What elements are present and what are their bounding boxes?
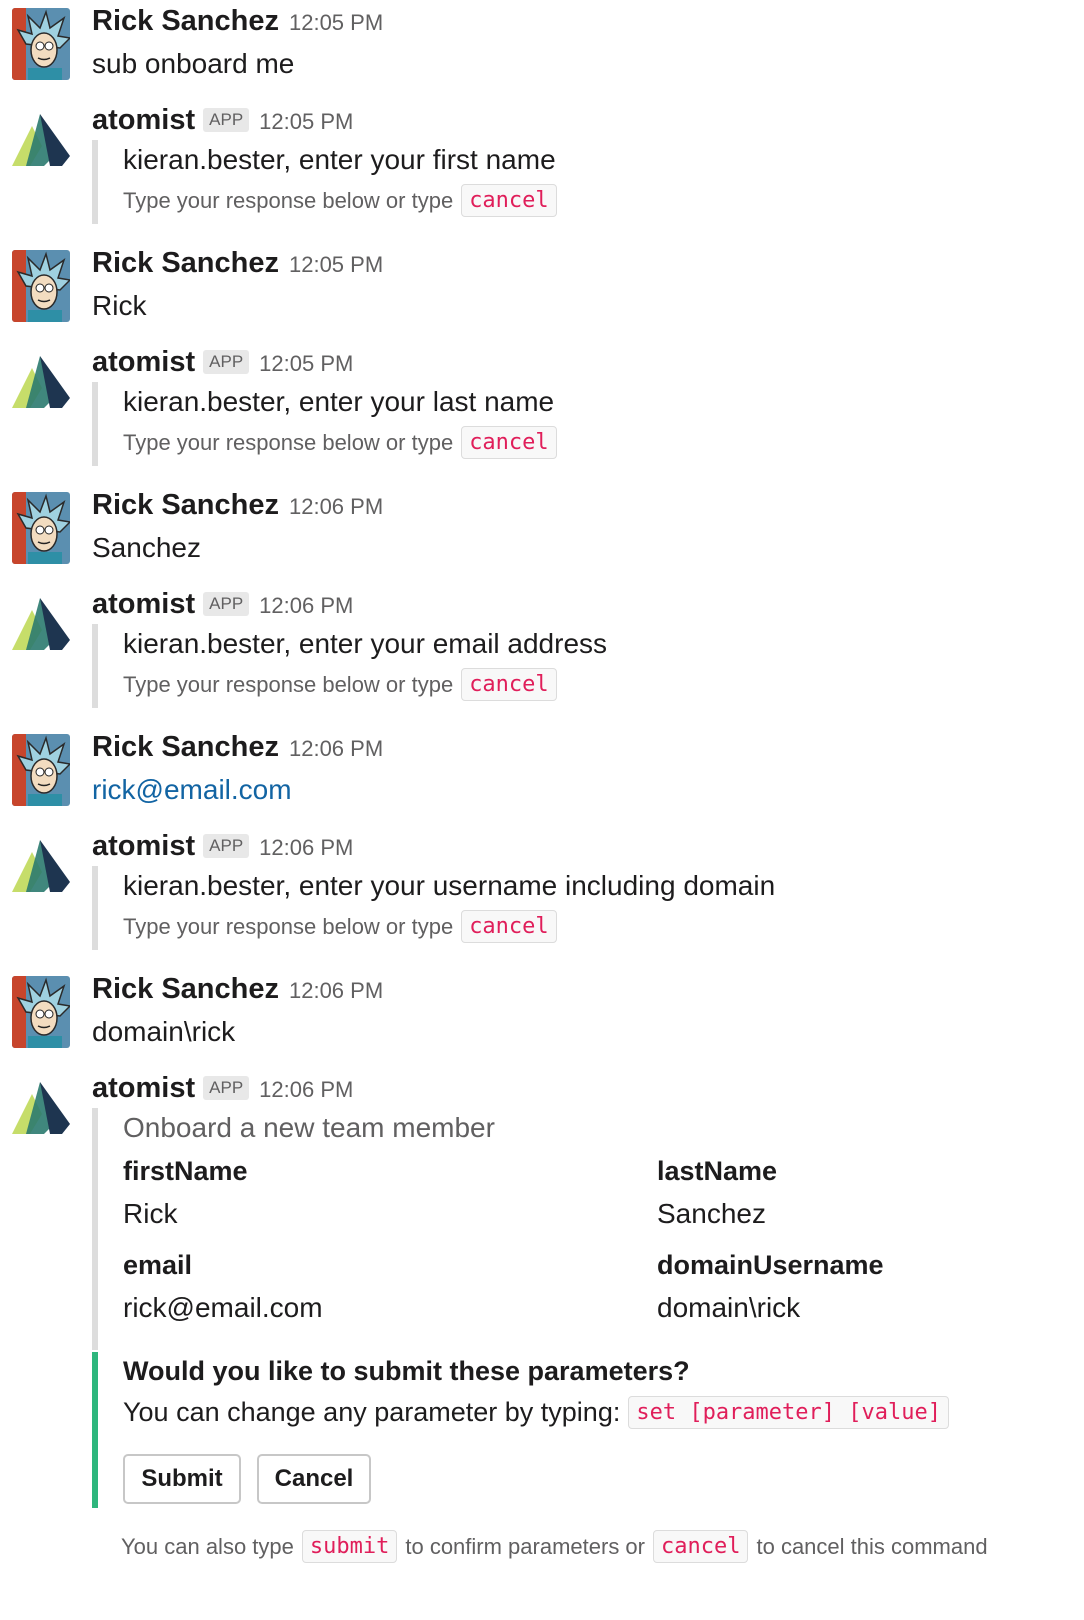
atomist-logo-icon[interactable]: [10, 106, 72, 168]
attachment: kieran.bester, enter your first name Typ…: [92, 140, 557, 224]
message-text: domain\rick: [92, 1016, 236, 1047]
atomist-logo-shape: [12, 1082, 70, 1134]
footer-note: You can also type submit to confirm para…: [121, 1530, 988, 1563]
footer-text-2: to confirm parameters or: [405, 1533, 645, 1559]
atomist-logo-shape: [12, 114, 70, 166]
atomist-logo-icon[interactable]: [10, 1074, 72, 1136]
prompt-text: kieran.bester, enter your email address: [123, 628, 608, 659]
footer-text-1: You can also type: [121, 1533, 294, 1559]
hint-line: Type your response below or type cancel: [123, 910, 775, 943]
email-link[interactable]: rick@email.com: [92, 774, 292, 806]
rick-avatar[interactable]: [12, 8, 70, 80]
rick-avatar[interactable]: [12, 734, 70, 806]
summary-attachment: Onboard a new team member firstName Rick…: [92, 1108, 1053, 1350]
footer-text-3: to cancel this command: [756, 1533, 988, 1559]
submit-code: submit: [301, 1530, 398, 1563]
summary-title: Onboard a new team member: [123, 1112, 495, 1143]
timestamp[interactable]: 12:06 PM: [259, 835, 353, 861]
message-text: Sanchez: [92, 532, 201, 563]
attachment: kieran.bester, enter your username inclu…: [92, 866, 775, 950]
rick-avatar-image: [12, 8, 70, 80]
attachment: kieran.bester, enter your last name Type…: [92, 382, 557, 466]
hint-line: Type your response below or type cancel: [123, 426, 557, 459]
hint-text: Type your response below or type: [123, 913, 454, 939]
sender-name[interactable]: Rick Sanchez: [92, 5, 279, 38]
timestamp[interactable]: 12:05 PM: [259, 109, 353, 135]
rick-avatar[interactable]: [12, 492, 70, 564]
field-label-firstname: firstName: [123, 1156, 248, 1186]
cancel-code: cancel: [461, 910, 557, 943]
change-instructions: You can change any parameter by typing: …: [123, 1396, 949, 1429]
sender-name[interactable]: Rick Sanchez: [92, 489, 279, 522]
confirm-question: Would you like to submit these parameter…: [123, 1356, 690, 1386]
timestamp[interactable]: 12:05 PM: [289, 252, 383, 278]
hint-text: Type your response below or type: [123, 671, 454, 697]
field-label-email: email: [123, 1250, 193, 1280]
app-badge: APP: [203, 834, 250, 858]
cancel-code: cancel: [461, 426, 557, 459]
timestamp[interactable]: 12:06 PM: [289, 736, 383, 762]
prompt-text: kieran.bester, enter your username inclu…: [123, 870, 776, 901]
timestamp[interactable]: 12:06 PM: [259, 1077, 353, 1103]
sender-name[interactable]: atomist: [92, 588, 195, 621]
timestamp[interactable]: 12:06 PM: [289, 978, 383, 1004]
confirm-attachment: Would you like to submit these parameter…: [92, 1352, 1053, 1508]
submit-button[interactable]: Submit: [123, 1454, 241, 1504]
atomist-logo-icon[interactable]: [10, 832, 72, 894]
atomist-logo-shape: [12, 356, 70, 408]
atomist-logo-shape: [12, 598, 70, 650]
app-badge: APP: [203, 350, 250, 374]
timestamp[interactable]: 12:06 PM: [289, 494, 383, 520]
sender-name[interactable]: Rick Sanchez: [92, 247, 279, 280]
sender-name[interactable]: Rick Sanchez: [92, 973, 279, 1006]
timestamp[interactable]: 12:05 PM: [289, 10, 383, 36]
sender-name[interactable]: atomist: [92, 1072, 195, 1105]
sender-name[interactable]: Rick Sanchez: [92, 731, 279, 764]
cancel-code: cancel: [653, 1530, 749, 1563]
hint-line: Type your response below or type cancel: [123, 668, 607, 701]
atomist-logo-icon[interactable]: [10, 348, 72, 410]
app-badge: APP: [203, 108, 250, 132]
field-value-firstname: Rick: [123, 1198, 178, 1229]
attachment: kieran.bester, enter your email address …: [92, 624, 607, 708]
field-value-lastname: Sanchez: [657, 1198, 766, 1229]
timestamp[interactable]: 12:05 PM: [259, 351, 353, 377]
field-value-domainusername: domain\rick: [657, 1292, 801, 1323]
rick-avatar-image: [12, 492, 70, 564]
atomist-logo-icon[interactable]: [10, 590, 72, 652]
cancel-code: cancel: [461, 668, 557, 701]
field-label-domainusername: domainUsername: [657, 1250, 884, 1280]
app-badge: APP: [203, 1076, 250, 1100]
prompt-text: kieran.bester, enter your first name: [123, 144, 556, 175]
rick-avatar-image: [12, 976, 70, 1048]
cancel-button[interactable]: Cancel: [257, 1454, 371, 1504]
cancel-code: cancel: [461, 184, 557, 217]
sender-name[interactable]: atomist: [92, 104, 195, 137]
rick-avatar[interactable]: [12, 250, 70, 322]
message-text: sub onboard me: [92, 48, 295, 79]
change-text: You can change any parameter by typing:: [123, 1397, 621, 1427]
prompt-text: kieran.bester, enter your last name: [123, 386, 555, 417]
hint-text: Type your response below or type: [123, 187, 454, 213]
rick-avatar[interactable]: [12, 976, 70, 1048]
timestamp[interactable]: 12:06 PM: [259, 593, 353, 619]
message-text: Rick: [92, 290, 147, 321]
rick-avatar-image: [12, 734, 70, 806]
sender-name[interactable]: atomist: [92, 830, 195, 863]
field-label-lastname: lastName: [657, 1156, 778, 1186]
field-value-email-link[interactable]: rick@email.com: [123, 1292, 323, 1324]
rick-avatar-image: [12, 250, 70, 322]
hint-text: Type your response below or type: [123, 429, 454, 455]
app-badge: APP: [203, 592, 250, 616]
sender-name[interactable]: atomist: [92, 346, 195, 379]
atomist-logo-shape: [12, 840, 70, 892]
hint-line: Type your response below or type cancel: [123, 184, 557, 217]
set-parameter-code: set [parameter] [value]: [628, 1396, 949, 1429]
